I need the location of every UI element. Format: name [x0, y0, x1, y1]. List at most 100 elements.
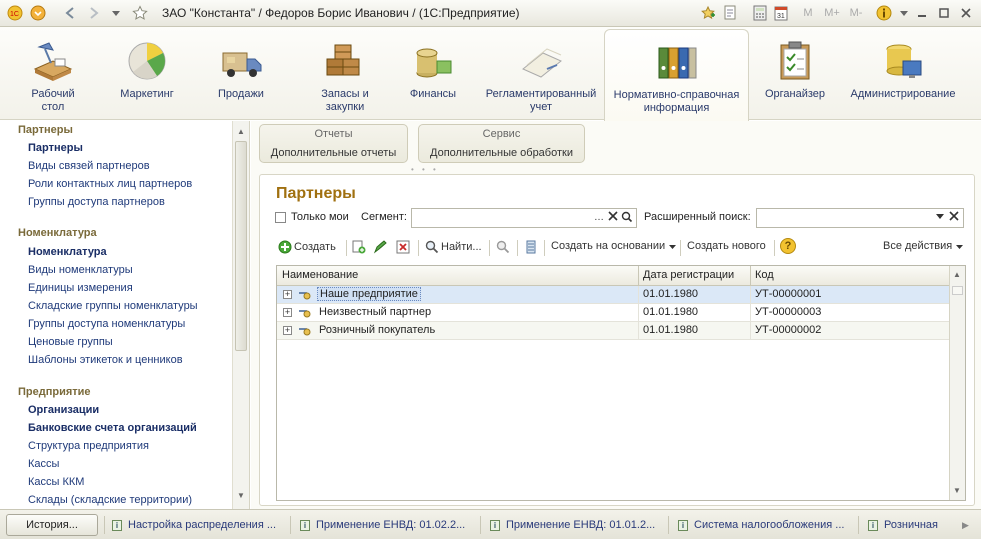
- scroll-right-icon[interactable]: ▶: [962, 520, 969, 531]
- segment-input[interactable]: …: [411, 208, 637, 228]
- calculator-icon[interactable]: [752, 5, 768, 21]
- search-icon[interactable]: [620, 211, 634, 225]
- nav-item-enterprise-structure[interactable]: Структура предприятия: [28, 440, 149, 452]
- create-new-button[interactable]: Создать нового: [687, 240, 766, 252]
- nav-item-units[interactable]: Единицы измерения: [28, 282, 133, 294]
- section-administration[interactable]: Администрирование: [848, 29, 958, 119]
- nav-item-partner-link-types[interactable]: Виды связей партнеров: [28, 160, 150, 172]
- registration-date: 01.01.1980: [643, 324, 699, 336]
- advanced-search-input[interactable]: [756, 208, 964, 228]
- segment-label: Сегмент:: [361, 211, 407, 223]
- nav-item-warehouse-groups[interactable]: Складские группы номенклатуры: [28, 300, 198, 312]
- nav-item-warehouses[interactable]: Склады (складские территории): [28, 494, 192, 506]
- title-bar: 1С ЗАО "Константа" / Федоров Борис Ивано…: [0, 0, 981, 27]
- menu-dropdown-icon[interactable]: [30, 5, 46, 21]
- app-logo-icon[interactable]: 1С: [7, 5, 23, 21]
- list-settings-button[interactable]: [524, 240, 538, 254]
- section-organizer[interactable]: Органайзер: [760, 29, 830, 119]
- favorites-star-icon[interactable]: [132, 5, 148, 21]
- section-desktop[interactable]: Рабочий стол: [18, 29, 88, 119]
- section-inventory[interactable]: Запасы и закупки: [300, 29, 390, 119]
- additional-reports-button[interactable]: Дополнительные отчеты: [260, 147, 407, 159]
- open-window-tab[interactable]: i Настройка распределения ...: [112, 515, 276, 535]
- nav-scrollbar[interactable]: ▲ ▼: [232, 121, 249, 509]
- section-marketing[interactable]: Маркетинг: [112, 29, 182, 119]
- column-divider[interactable]: [750, 266, 751, 286]
- section-sales[interactable]: Продажи: [206, 29, 276, 119]
- section-reference-data[interactable]: Нормативно-справочная информация: [604, 29, 749, 121]
- info-dropdown-icon[interactable]: [896, 5, 912, 21]
- nav-item-bank-accounts[interactable]: Банковские счета организаций: [28, 422, 197, 434]
- open-window-tab[interactable]: i Система налогообложения ...: [678, 515, 844, 535]
- clear-icon[interactable]: [947, 211, 961, 225]
- edit-button[interactable]: [373, 240, 387, 254]
- toolbar-separator: [517, 240, 518, 256]
- clear-icon[interactable]: [606, 211, 620, 225]
- delete-button[interactable]: [396, 240, 410, 254]
- nav-item-label-templates[interactable]: Шаблоны этикеток и ценников: [28, 354, 183, 366]
- nav-item-organizations[interactable]: Организации: [28, 404, 99, 416]
- memory-m-icon[interactable]: M: [800, 5, 816, 21]
- column-header-code[interactable]: Код: [755, 269, 774, 281]
- table-row[interactable]: + Наше предприятие 01.01.1980 УТ-0000000…: [277, 286, 949, 304]
- close-icon[interactable]: [958, 5, 974, 21]
- scrollbar-thumb[interactable]: [952, 286, 963, 295]
- nav-item-partner-access-groups[interactable]: Группы доступа партнеров: [28, 196, 165, 208]
- scroll-up-icon[interactable]: ▲: [237, 127, 245, 136]
- section-regulated-accounting[interactable]: Регламентированный учет: [483, 29, 599, 119]
- only-mine-checkbox[interactable]: [275, 212, 286, 223]
- add-to-favorites-icon[interactable]: [700, 5, 716, 21]
- section-finance[interactable]: Финансы: [398, 29, 468, 119]
- column-header-date[interactable]: Дата регистрации: [643, 269, 734, 281]
- scroll-down-icon[interactable]: ▼: [237, 491, 245, 500]
- history-dropdown-icon[interactable]: [108, 5, 124, 21]
- minimize-icon[interactable]: [914, 5, 930, 21]
- copy-button[interactable]: [352, 240, 366, 254]
- select-ellipsis-icon[interactable]: …: [592, 211, 606, 225]
- memory-minus-icon[interactable]: M-: [846, 5, 866, 21]
- additional-processing-button[interactable]: Дополнительные обработки: [419, 147, 584, 159]
- scroll-down-icon[interactable]: ▼: [953, 486, 961, 495]
- toolbar-separator: [680, 240, 681, 256]
- maximize-icon[interactable]: [936, 5, 952, 21]
- nav-item-nomenclature-access-groups[interactable]: Группы доступа номенклатуры: [28, 318, 185, 330]
- nav-item-cash-desks[interactable]: Кассы: [28, 458, 59, 470]
- nav-item-contact-roles[interactable]: Роли контактных лиц партнеров: [28, 178, 192, 190]
- nav-item-partners[interactable]: Партнеры: [28, 142, 83, 154]
- find-button[interactable]: Найти...: [425, 240, 482, 254]
- memory-plus-icon[interactable]: M+: [822, 5, 842, 21]
- nav-item-nomenclature-types[interactable]: Виды номенклатуры: [28, 264, 133, 276]
- link-icon[interactable]: [722, 5, 738, 21]
- expand-icon[interactable]: +: [283, 326, 292, 335]
- expand-icon[interactable]: +: [283, 290, 292, 299]
- expand-icon[interactable]: +: [283, 308, 292, 317]
- partner-name: Неизвестный партнер: [319, 306, 432, 318]
- table-scrollbar[interactable]: ▲ ▼: [949, 266, 965, 500]
- history-button[interactable]: История...: [6, 514, 98, 536]
- create-button[interactable]: Создать: [278, 240, 336, 254]
- table-row[interactable]: + Розничный покупатель 01.01.1980 УТ-000…: [277, 322, 949, 340]
- open-window-tab[interactable]: i Розничная: [868, 515, 938, 535]
- nav-item-price-groups[interactable]: Ценовые группы: [28, 336, 113, 348]
- all-actions-button[interactable]: Все действия: [883, 240, 964, 252]
- nav-item-kkm-cash-desks[interactable]: Кассы ККМ: [28, 476, 84, 488]
- table-row[interactable]: + Неизвестный партнер 01.01.1980 УТ-0000…: [277, 304, 949, 322]
- open-window-tab[interactable]: i Применение ЕНВД: 01.01.2...: [490, 515, 655, 535]
- scrollbar-thumb[interactable]: [235, 141, 247, 351]
- splitter-handle[interactable]: • • •: [411, 165, 439, 174]
- nav-item-nomenclature[interactable]: Номенклатура: [28, 246, 107, 258]
- cancel-search-button[interactable]: [496, 240, 510, 254]
- forward-icon[interactable]: [86, 5, 102, 21]
- open-window-tab[interactable]: i Применение ЕНВД: 01.02.2...: [300, 515, 465, 535]
- partner-code: УТ-00000003: [755, 306, 822, 318]
- help-button[interactable]: ?: [780, 238, 796, 254]
- back-icon[interactable]: [62, 5, 78, 21]
- column-header-name[interactable]: Наименование: [282, 269, 358, 281]
- partners-form: Партнеры Только мои Сегмент: … Расширенн…: [259, 174, 975, 506]
- create-based-on-button[interactable]: Создать на основании: [551, 240, 677, 252]
- column-divider[interactable]: [638, 266, 639, 286]
- chevron-down-icon[interactable]: [933, 211, 947, 225]
- info-icon[interactable]: [876, 5, 892, 21]
- scroll-up-icon[interactable]: ▲: [953, 270, 961, 279]
- calendar-icon[interactable]: 31: [773, 5, 789, 21]
